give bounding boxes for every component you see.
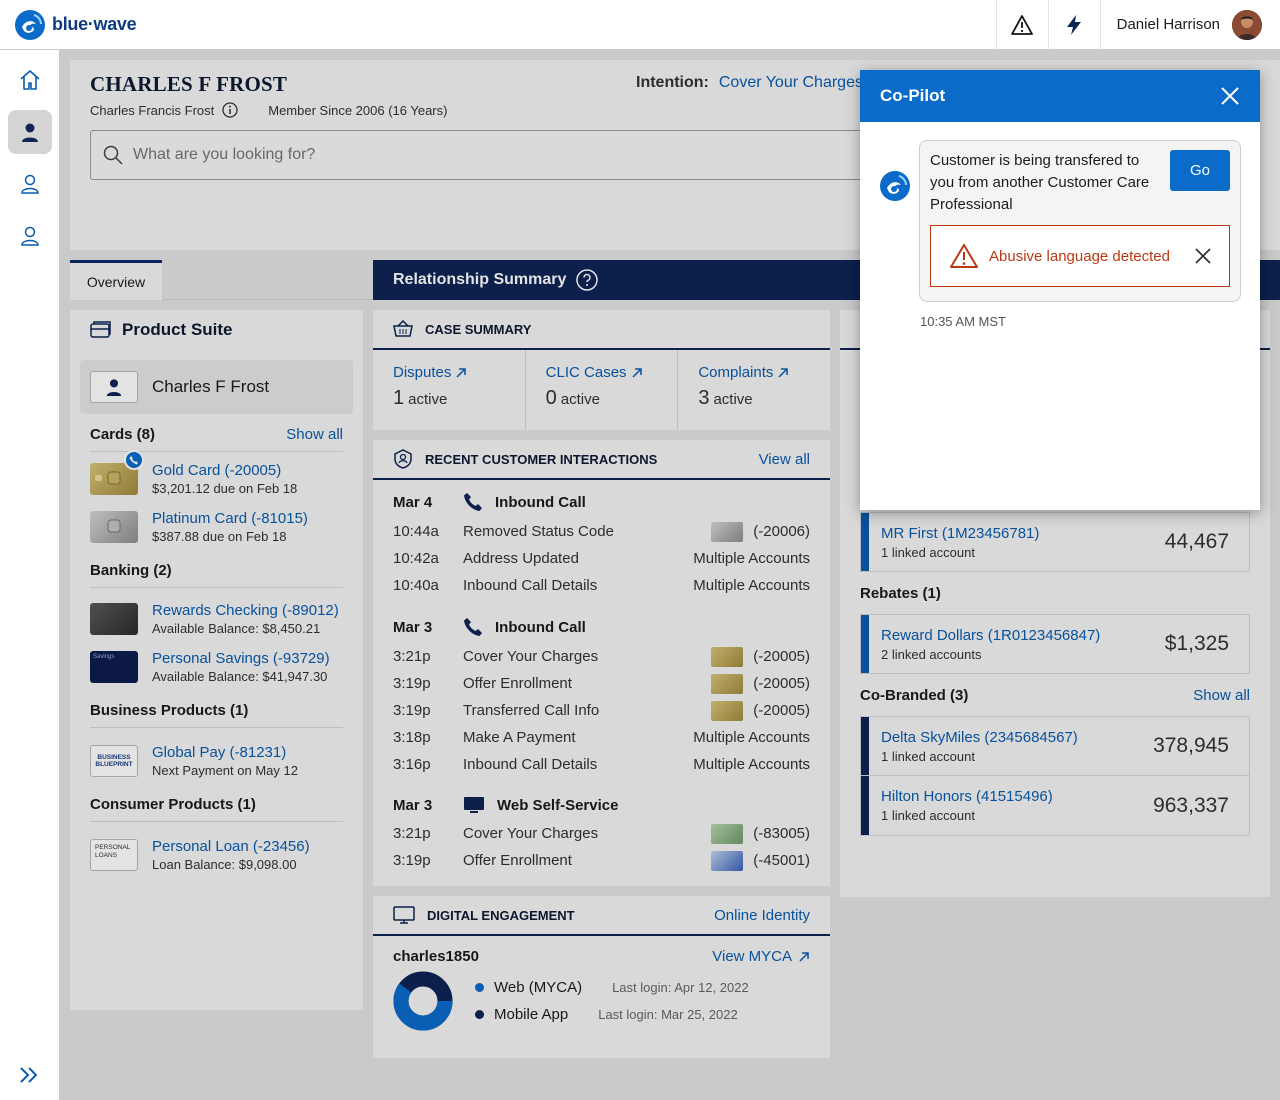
nav-customer[interactable]: [8, 110, 52, 154]
user-menu[interactable]: Daniel Harrison: [1099, 0, 1280, 50]
warning-icon: [949, 243, 979, 269]
expand-nav-button[interactable]: [18, 1066, 40, 1084]
quick-actions-button[interactable]: [1047, 0, 1100, 50]
person-outline-icon: [20, 226, 40, 246]
alerts-button[interactable]: [995, 0, 1048, 50]
copilot-title: Co-Pilot: [880, 86, 946, 105]
user-name: Daniel Harrison: [1116, 16, 1220, 33]
wave-logo-icon: [14, 9, 46, 41]
person-outline-icon: [20, 174, 40, 194]
copilot-message: Customer is being transfered to you from…: [930, 152, 1150, 213]
app-logo[interactable]: blue·wave: [14, 9, 137, 41]
copilot-avatar-icon: [879, 170, 911, 202]
top-bar: blue·wave Daniel Harrison: [0, 0, 1280, 50]
person-icon: [20, 122, 40, 142]
copilot-timestamp: 10:35 AM MST: [920, 314, 1006, 329]
go-button[interactable]: Go: [1170, 150, 1230, 191]
nav-home[interactable]: [8, 58, 52, 102]
home-icon: [19, 69, 41, 91]
copilot-message-bubble: Customer is being transfered to you from…: [919, 140, 1241, 302]
dismiss-alert-icon[interactable]: [1195, 248, 1211, 264]
nav-user-3[interactable]: [8, 214, 52, 258]
warning-icon: [1010, 14, 1034, 36]
close-icon[interactable]: [1220, 86, 1240, 106]
side-nav: [0, 50, 60, 1100]
nav-user-2[interactable]: [8, 162, 52, 206]
alert-text: Abusive language detected: [989, 247, 1170, 265]
copilot-header: Co-Pilot: [860, 70, 1260, 122]
avatar: [1232, 9, 1262, 40]
double-chevron-right-icon: [18, 1066, 40, 1084]
logo-text: blue·wave: [52, 14, 137, 34]
copilot-panel: Co-Pilot Customer is being transfered to…: [860, 70, 1260, 510]
abusive-language-alert: Abusive language detected: [930, 225, 1230, 287]
lightning-icon: [1065, 14, 1083, 36]
